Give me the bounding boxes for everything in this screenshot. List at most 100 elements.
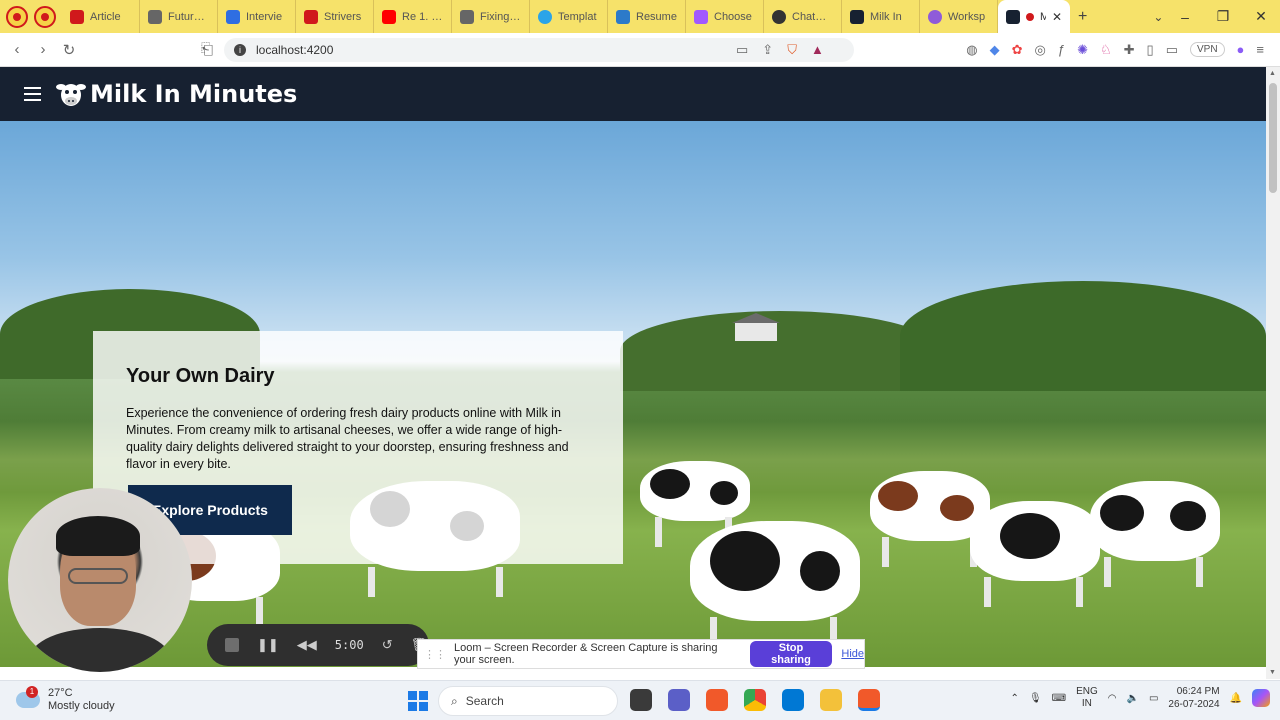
pause-icon[interactable]: ❚❚	[257, 637, 279, 653]
teams-icon[interactable]	[668, 689, 690, 711]
webcam-bubble[interactable]	[8, 488, 192, 672]
tree-line	[620, 311, 940, 391]
hide-link[interactable]: Hide	[841, 648, 864, 660]
extension-icon[interactable]: ƒ	[1058, 42, 1065, 57]
tab-label: Fixing Sl	[480, 10, 521, 23]
tab-label: Future C	[168, 10, 209, 23]
sidebar-icon[interactable]: ▯	[1147, 42, 1154, 58]
close-window-icon[interactable]: ✕	[1242, 8, 1280, 25]
cow-image	[970, 501, 1100, 607]
browser-tab[interactable]: Milk In	[842, 0, 920, 33]
record-icon[interactable]	[34, 5, 56, 28]
brave-icon[interactable]	[706, 689, 728, 711]
close-tab-icon[interactable]: ✕	[1052, 10, 1062, 24]
wifi-icon[interactable]: ◠	[1108, 693, 1117, 704]
brave-shield-icon[interactable]: ⛉	[787, 42, 797, 58]
browser-tab[interactable]: Article	[62, 0, 140, 33]
windows-start-icon[interactable]	[408, 691, 428, 711]
hero-description: Experience the convenience of ordering f…	[126, 406, 569, 471]
menu-icon[interactable]: ≡	[1256, 42, 1264, 57]
hamburger-menu-icon[interactable]	[24, 87, 41, 101]
address-bar: ‹ › ↻ ⎗ i localhost:4200 ▭ ⇪ ⛉ ▲ ◍ ◆ ✿ ◎…	[0, 33, 1280, 67]
extensions-puzzle-icon[interactable]: ✚	[1124, 42, 1135, 58]
screen-share-banner: ⋮⋮ Loom – Screen Recorder & Screen Captu…	[417, 639, 865, 669]
app-navbar: Milk In Minutes	[0, 67, 1266, 121]
extension-icon[interactable]: ◎	[1034, 42, 1045, 58]
tab-label: Choose	[714, 10, 752, 23]
rewind-icon[interactable]: ◀◀	[297, 637, 317, 653]
tuf-icon	[70, 9, 84, 24]
tab-label: Resume	[636, 10, 677, 23]
tab-search-icon[interactable]: ⌄	[1153, 10, 1163, 24]
youtube-icon	[382, 9, 396, 24]
extension-icon[interactable]: ♘	[1100, 42, 1112, 58]
browser-tab[interactable]: Worksp	[920, 0, 998, 33]
restore-icon[interactable]: ❐	[1204, 8, 1242, 25]
vscode-icon[interactable]	[782, 689, 804, 711]
cow-image	[640, 461, 750, 547]
farmhouse-image	[732, 313, 780, 341]
browser-tab[interactable]: Intervie	[218, 0, 296, 33]
file-explorer-icon[interactable]	[820, 689, 842, 711]
share-icon[interactable]: ⇪	[762, 42, 773, 58]
minimize-icon[interactable]: –	[1166, 9, 1204, 25]
browser-tab[interactable]: Future C	[140, 0, 218, 33]
browser-tab[interactable]: Re 1. Int	[374, 0, 452, 33]
browser-tab[interactable]: Templat	[530, 0, 608, 33]
forward-icon[interactable]: ›	[30, 41, 56, 58]
browser-tab[interactable]: Strivers	[296, 0, 374, 33]
wallet-icon[interactable]: ▭	[1166, 42, 1178, 58]
browser-tab[interactable]: Choose	[686, 0, 764, 33]
weather-condition: Mostly cloudy	[48, 700, 115, 712]
task-view-icon[interactable]	[630, 689, 652, 711]
volume-icon[interactable]: 🔈	[1126, 693, 1138, 704]
stop-recording-icon[interactable]	[225, 638, 239, 652]
system-tray: ⌃ 🎙 ⌨ ENG IN ◠ 🔈 ▭ 06:24 PM 26-07-2024 🔔	[1011, 685, 1270, 711]
copilot-icon[interactable]	[1252, 689, 1270, 707]
hero-title: Your Own Dairy	[126, 365, 275, 387]
cloud-icon: 1	[16, 686, 40, 708]
scroll-down-icon[interactable]: ▼	[1269, 669, 1276, 676]
browser-tab[interactable]: Fixing Sl	[452, 0, 530, 33]
date: 26-07-2024	[1168, 699, 1220, 710]
browser-tab-active[interactable]: M ✕	[998, 0, 1070, 33]
bookmark-icon[interactable]: ⎗	[194, 41, 220, 58]
tab-label: Intervie	[246, 10, 283, 23]
stop-sharing-button[interactable]: Stop sharing	[749, 641, 833, 667]
scrollbar-thumb[interactable]	[1269, 83, 1277, 193]
site-info-icon[interactable]: i	[234, 44, 246, 56]
chrome-icon[interactable]	[744, 689, 766, 711]
microphone-icon[interactable]: 🎙	[1029, 693, 1042, 704]
reload-icon[interactable]: ↻	[56, 41, 82, 59]
vpn-button[interactable]: VPN	[1189, 42, 1225, 57]
battery-icon[interactable]: ▭	[1149, 693, 1158, 704]
search-icon: ⌕	[451, 693, 458, 708]
page-scrollbar[interactable]: ▲ ▼	[1266, 67, 1280, 679]
extension-icon[interactable]: ✿	[1012, 42, 1023, 58]
cow-image	[1090, 481, 1220, 587]
scroll-up-icon[interactable]: ▲	[1269, 70, 1276, 77]
brave-menu-icon[interactable]: ●	[1237, 42, 1245, 57]
extension-icon[interactable]: ◆	[990, 42, 1000, 58]
taskbar-search[interactable]: ⌕ Search	[438, 686, 618, 716]
show-hidden-icon[interactable]: ⌃	[1011, 693, 1019, 704]
brand-title[interactable]: Milk In Minutes	[90, 80, 297, 108]
notification-bell-icon[interactable]: 🔔	[1230, 693, 1242, 704]
weather-widget[interactable]: 1 27°C Mostly cloudy	[16, 686, 115, 713]
language-indicator[interactable]: ENG IN	[1076, 686, 1098, 710]
brave-active-icon[interactable]	[858, 689, 880, 711]
clock[interactable]: 06:24 PM 26-07-2024	[1168, 685, 1219, 711]
brave-rewards-icon[interactable]: ▲	[811, 42, 824, 58]
tab-label: Re 1. Int	[402, 10, 443, 23]
camera-icon[interactable]: ▭	[736, 42, 748, 58]
keyboard-icon[interactable]: ⌨	[1052, 693, 1066, 704]
new-tab-icon[interactable]: +	[1078, 8, 1087, 26]
browser-tab[interactable]: Resume	[608, 0, 686, 33]
back-icon[interactable]: ‹	[4, 41, 30, 58]
record-icon[interactable]	[6, 5, 28, 28]
restart-icon[interactable]: ↺	[382, 637, 393, 653]
drag-handle-icon[interactable]: ⋮⋮	[424, 648, 446, 661]
extension-icon[interactable]: ✺	[1077, 42, 1088, 58]
extension-icon[interactable]: ◍	[966, 42, 977, 58]
browser-tab[interactable]: ChatGPT	[764, 0, 842, 33]
